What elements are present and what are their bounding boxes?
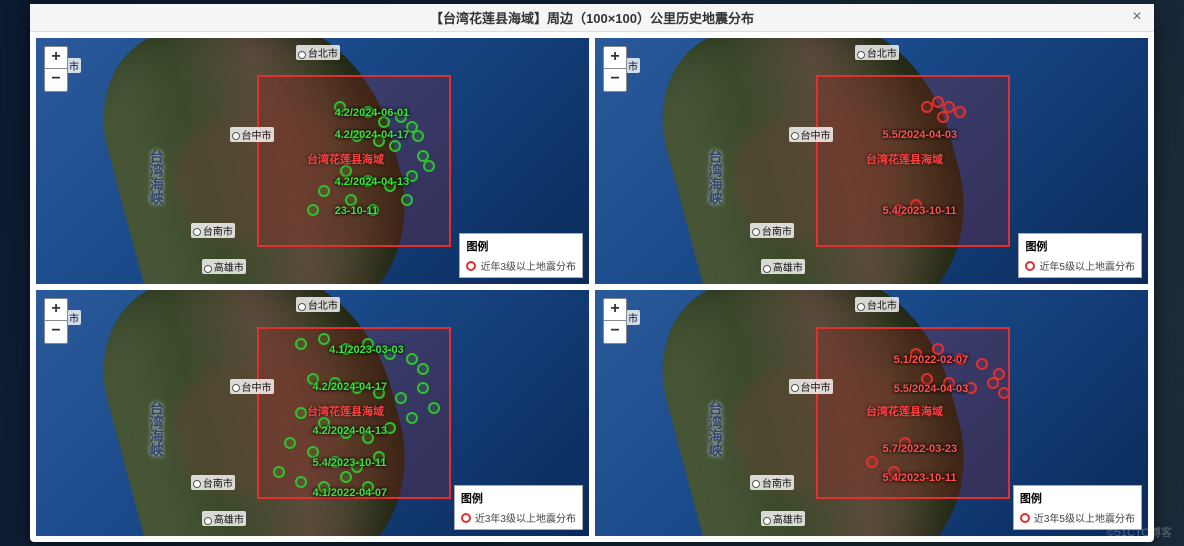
legend-title: 图例 [461, 490, 576, 506]
legend-title: 图例 [1025, 238, 1135, 254]
earthquake-label: 4.2/2024-06-01 [335, 107, 410, 119]
earthquake-marker[interactable] [307, 204, 319, 216]
map-panel-3[interactable]: +−台湾海峡台北市台中市台南市高雄市州市台湾花莲县海域5.1/2022-02-0… [595, 290, 1148, 536]
earthquake-label: 4.1/2023-03-03 [329, 344, 404, 356]
legend-box: 图例近3年5级以上地震分布 [1013, 485, 1142, 530]
legend-dot-icon [461, 513, 471, 523]
earthquake-label: 4.2/2024-04-13 [335, 176, 410, 188]
earthquake-marker[interactable] [423, 160, 435, 172]
earthquake-label: 5.4/2023-10-11 [883, 472, 957, 484]
legend-item: 近年3级以上地震分布 [466, 258, 576, 273]
zoom-in-button[interactable]: + [45, 47, 67, 69]
earthquake-label: 5.5/2024-04-03 [894, 383, 969, 395]
earthquake-marker[interactable] [284, 437, 296, 449]
map-panel-0[interactable]: +−台湾海峡台北市台中市台南市高雄市州市台湾花莲县海域4.2/2024-06-0… [36, 38, 589, 284]
earthquake-marker[interactable] [954, 106, 966, 118]
earthquake-marker[interactable] [395, 392, 407, 404]
earthquake-label: 4.2/2024-04-17 [313, 381, 388, 393]
zoom-control: +− [603, 298, 627, 344]
legend-box: 图例近3年3级以上地震分布 [454, 485, 583, 530]
earthquake-marker[interactable] [998, 387, 1010, 399]
legend-text: 近年3级以上地震分布 [480, 258, 576, 273]
earthquake-marker[interactable] [406, 353, 418, 365]
zoom-control: +− [603, 46, 627, 92]
legend-dot-icon [1025, 261, 1035, 271]
earthquake-label: 4.1/2022-04-07 [313, 487, 388, 499]
earthquake-marker[interactable] [406, 412, 418, 424]
earthquake-marker[interactable] [389, 140, 401, 152]
earthquake-label: 23-10-11 [335, 205, 378, 217]
earthquake-marker[interactable] [417, 363, 429, 375]
map-panel-2[interactable]: +−台湾海峡台北市台中市台南市高雄市州市台湾花莲县海域4.1/2023-03-0… [36, 290, 589, 536]
earthquake-label: 5.5/2024-04-03 [883, 129, 958, 141]
earthquake-label: 5.4/2023-10-11 [883, 205, 957, 217]
zoom-in-button[interactable]: + [604, 299, 626, 321]
close-icon[interactable]: × [1128, 8, 1146, 26]
earthquake-label: 4.2/2024-04-17 [335, 129, 410, 141]
zoom-control: +− [44, 298, 68, 344]
zoom-out-button[interactable]: − [604, 321, 626, 343]
legend-text: 近3年5级以上地震分布 [1034, 510, 1135, 525]
earthquake-label: 5.1/2022-02-07 [894, 354, 969, 366]
legend-box: 图例近年3级以上地震分布 [459, 233, 583, 278]
earthquake-marker[interactable] [987, 377, 999, 389]
earthquake-label: 4.2/2024-04-13 [313, 425, 388, 437]
zoom-out-button[interactable]: − [45, 69, 67, 91]
center-location-label: 台湾花莲县海域 [866, 403, 943, 419]
legend-text: 近3年3级以上地震分布 [475, 510, 576, 525]
zoom-control: +− [44, 46, 68, 92]
earthquake-marker[interactable] [295, 476, 307, 488]
legend-text: 近年5级以上地震分布 [1039, 258, 1135, 273]
center-location-label: 台湾花莲县海域 [307, 403, 384, 419]
earthquake-marker[interactable] [295, 407, 307, 419]
earthquake-marker[interactable] [340, 471, 352, 483]
earthquake-marker[interactable] [417, 382, 429, 394]
legend-dot-icon [1020, 513, 1030, 523]
legend-dot-icon [466, 261, 476, 271]
earthquake-marker[interactable] [866, 456, 878, 468]
legend-title: 图例 [466, 238, 576, 254]
modal-header: 【台湾花莲县海域】周边（100×100）公里历史地震分布 × [30, 4, 1154, 32]
center-location-label: 台湾花莲县海域 [866, 151, 943, 167]
legend-box: 图例近年5级以上地震分布 [1018, 233, 1142, 278]
zoom-in-button[interactable]: + [604, 47, 626, 69]
center-location-label: 台湾花莲县海域 [307, 151, 384, 167]
zoom-out-button[interactable]: − [45, 321, 67, 343]
earthquake-marker[interactable] [273, 466, 285, 478]
earthquake-marker[interactable] [428, 402, 440, 414]
legend-item: 近年5级以上地震分布 [1025, 258, 1135, 273]
map-panel-1[interactable]: +−台湾海峡台北市台中市台南市高雄市州市台湾花莲县海域5.5/2024-04-0… [595, 38, 1148, 284]
legend-item: 近3年3级以上地震分布 [461, 510, 576, 525]
earthquake-marker[interactable] [318, 185, 330, 197]
earthquake-label: 5.4/2023-10-11 [313, 457, 387, 469]
earthquake-modal: 【台湾花莲县海域】周边（100×100）公里历史地震分布 × +−台湾海峡台北市… [30, 4, 1154, 542]
modal-title: 【台湾花莲县海域】周边（100×100）公里历史地震分布 [30, 8, 1154, 27]
zoom-out-button[interactable]: − [604, 69, 626, 91]
earthquake-marker[interactable] [976, 358, 988, 370]
earthquake-marker[interactable] [412, 130, 424, 142]
earthquake-marker[interactable] [295, 338, 307, 350]
legend-title: 图例 [1020, 490, 1135, 506]
earthquake-marker[interactable] [401, 194, 413, 206]
earthquake-label: 5.7/2022-03-23 [883, 443, 958, 455]
legend-item: 近3年5级以上地震分布 [1020, 510, 1135, 525]
earthquake-marker[interactable] [318, 333, 330, 345]
earthquake-marker[interactable] [937, 111, 949, 123]
zoom-in-button[interactable]: + [45, 299, 67, 321]
maps-grid: +−台湾海峡台北市台中市台南市高雄市州市台湾花莲县海域4.2/2024-06-0… [30, 32, 1154, 542]
